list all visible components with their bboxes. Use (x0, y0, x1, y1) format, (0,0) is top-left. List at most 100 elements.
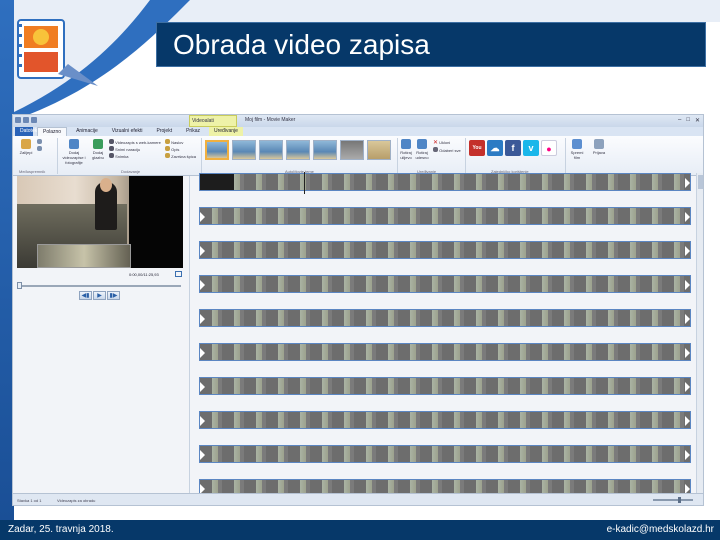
movie-maker-window: Videoalati Moj film - Movie Maker – □ ✕ … (12, 114, 704, 506)
narration-label: Snimi naraciju (115, 147, 141, 152)
facebook-icon[interactable]: f (505, 140, 521, 156)
remove-button[interactable]: ✕ Ukloni (433, 139, 461, 147)
strip-end-arrow-icon (685, 382, 690, 392)
redo-icon[interactable] (31, 117, 37, 123)
theme-thumbnail[interactable] (259, 140, 283, 160)
quick-access-toolbar (15, 117, 37, 123)
theme-thumbnail[interactable] (232, 140, 256, 160)
movie-maker-logo-icon (17, 19, 98, 86)
select-all-button[interactable]: Odaberi sve (433, 147, 461, 154)
snapshot-button[interactable]: Snimka (109, 153, 161, 160)
theme-thumbnail[interactable] (205, 140, 229, 160)
storyboard-scrollbar[interactable] (696, 173, 703, 493)
fullscreen-icon[interactable] (175, 271, 182, 277)
tab-edit[interactable]: Uređivanje (209, 127, 243, 136)
timeline-strip[interactable] (199, 377, 691, 395)
tab-home[interactable]: Polazno (37, 127, 68, 136)
youtube-icon[interactable]: You (469, 140, 485, 156)
add-small-buttons-2: Naslov Opis Završna špica (165, 139, 196, 160)
minimize-icon[interactable]: – (678, 117, 681, 124)
tab-project[interactable]: Projekt (152, 127, 178, 136)
timeline-strip[interactable] (199, 411, 691, 429)
strip-end-arrow-icon (685, 178, 690, 188)
rotate-right-button[interactable]: Rotiraj udesno (415, 139, 429, 160)
cut-icon[interactable] (37, 139, 42, 144)
maximize-icon[interactable]: □ (686, 117, 690, 124)
previous-frame-icon[interactable]: ◀▮ (79, 291, 92, 300)
seek-bar[interactable] (17, 285, 181, 287)
ribbon-separator (465, 138, 466, 174)
timeline-strip[interactable] (199, 309, 691, 327)
theme-thumbnail[interactable] (286, 140, 310, 160)
save-movie-button[interactable]: Spremi film (569, 139, 585, 160)
add-small-buttons-1: Videozapis s web-kamere Snimi naraciju S… (109, 139, 161, 160)
scrollbar-thumb[interactable] (697, 175, 703, 189)
strip-end-arrow-icon (685, 416, 690, 426)
theme-thumbnail[interactable] (367, 140, 391, 160)
paste-button[interactable]: Zalijepi (17, 139, 35, 155)
ribbon: Zalijepi Međuspremnik Dodaj videozapise … (13, 136, 703, 176)
caption-icon (165, 146, 170, 151)
undo-icon[interactable] (23, 117, 29, 123)
vimeo-icon[interactable]: v (523, 140, 539, 156)
sign-in-button[interactable]: Prijava (591, 139, 607, 155)
rotate-right-label: Rotiraj udesno (415, 150, 429, 160)
window-titlebar: Videoalati Moj film - Movie Maker – □ ✕ (13, 115, 703, 127)
strip-start-arrow-icon (200, 280, 205, 290)
title-label: Naslov (171, 140, 184, 145)
webcam-video-button[interactable]: Videozapis s web-kamere (109, 139, 161, 146)
add-music-label: Dodaj glazbu (92, 150, 104, 160)
timeline-strip[interactable] (199, 445, 691, 463)
select-all-icon (433, 147, 438, 152)
tab-visual-effects[interactable]: Vizualni efekti (107, 127, 148, 136)
timeline-strip[interactable] (199, 343, 691, 361)
theme-thumbnail[interactable] (313, 140, 337, 160)
rotate-left-button[interactable]: Rotiraj ulijevo (399, 139, 413, 160)
strip-end-arrow-icon (685, 348, 690, 358)
tab-file[interactable]: Datoteka (15, 127, 40, 136)
video-preview[interactable] (17, 176, 183, 268)
strip-start-arrow-icon (200, 348, 205, 358)
copy-icon[interactable] (37, 146, 42, 151)
strip-start-arrow-icon (200, 382, 205, 392)
ribbon-separator (201, 138, 202, 174)
next-frame-icon[interactable]: ▮▶ (107, 291, 120, 300)
add-video-icon (69, 139, 79, 149)
storyboard (199, 172, 697, 497)
playhead[interactable] (304, 172, 305, 194)
timeline-strip[interactable] (199, 207, 691, 225)
zoom-slider-handle[interactable] (678, 497, 681, 503)
skydrive-icon[interactable]: ☁ (487, 140, 503, 156)
play-icon[interactable]: ▶ (93, 291, 106, 300)
caption-button[interactable]: Opis (165, 146, 196, 153)
timeline-strip[interactable] (199, 275, 691, 293)
window-title: Moj film - Movie Maker (245, 117, 296, 123)
clipboard-small-buttons (37, 139, 42, 153)
timeline-strip[interactable] (199, 241, 691, 259)
context-tab-label: Videoalati (189, 115, 237, 127)
credits-button[interactable]: Završna špica (165, 153, 196, 160)
strip-start-arrow-icon (200, 314, 205, 324)
zoom-slider[interactable] (653, 499, 693, 501)
add-music-button[interactable]: Dodaj glazbu (91, 139, 105, 160)
flickr-icon[interactable]: ● (541, 140, 557, 156)
status-bar: Stavka 1 od 1 Videozapis za obradu (13, 493, 703, 505)
save-movie-icon (572, 139, 582, 149)
select-all-label: Odaberi sve (439, 148, 461, 153)
tab-animations[interactable]: Animacije (71, 127, 103, 136)
timeline-strip[interactable] (199, 172, 691, 194)
theme-thumbnail[interactable] (340, 140, 364, 160)
rotate-left-icon (401, 139, 411, 149)
pane-divider[interactable] (189, 176, 190, 496)
tab-view[interactable]: Prikaz (181, 127, 205, 136)
remove-icon: ✕ (433, 140, 439, 146)
close-icon[interactable]: ✕ (695, 117, 700, 124)
ribbon-tabs: Datoteka Polazno Animacije Vizualni efek… (13, 127, 703, 136)
clipboard-group-label: Međuspremnik (19, 169, 46, 174)
save-icon[interactable] (15, 117, 21, 123)
strip-end-arrow-icon (685, 246, 690, 256)
seek-handle[interactable] (17, 282, 22, 289)
record-narration-button[interactable]: Snimi naraciju (109, 146, 161, 153)
add-video-button[interactable]: Dodaj videozapise i fotografije (61, 139, 87, 165)
title-button[interactable]: Naslov (165, 139, 196, 146)
